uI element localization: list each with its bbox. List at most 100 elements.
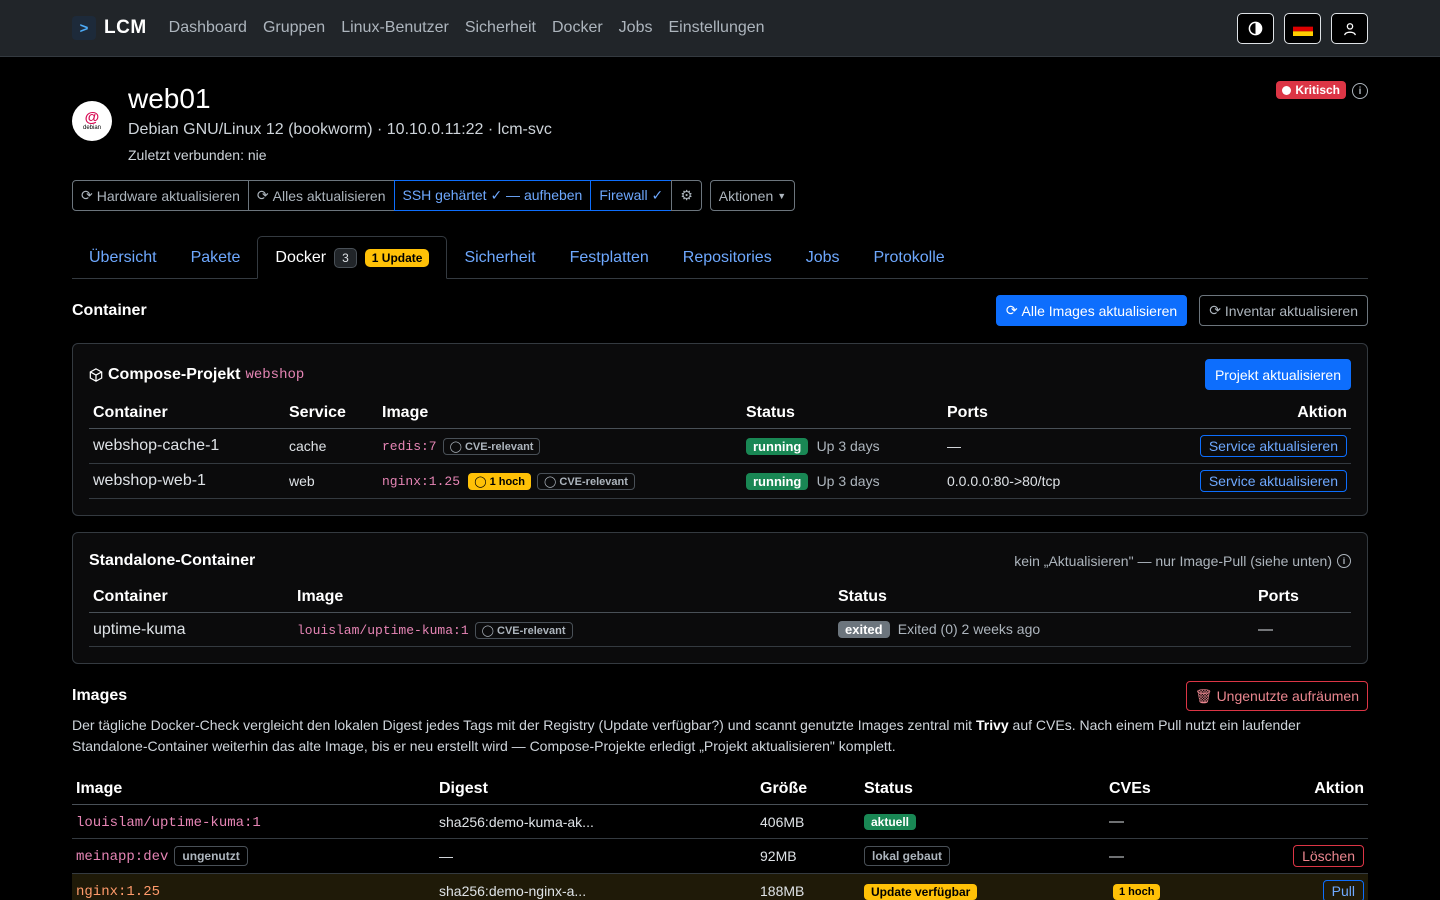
cve-tag: ◯ CVE-relevant: [474, 621, 573, 639]
pull-image-button[interactable]: Pull: [1322, 880, 1364, 900]
col-image: Image: [378, 396, 742, 429]
unused-tag: ungenutzt: [174, 846, 248, 866]
tab-jobs[interactable]: Jobs: [789, 236, 857, 279]
shield-icon: ◯: [481, 624, 494, 637]
images-section-header: Images 🗑 Ungenutzte aufräumen: [72, 681, 1368, 711]
update-project-button[interactable]: Projekt aktualisieren: [1204, 359, 1351, 390]
tab-logs[interactable]: Protokolle: [857, 236, 962, 279]
user-menu-button[interactable]: [1331, 13, 1368, 44]
firewall-button[interactable]: Firewall ✓: [590, 180, 673, 211]
size-value: 188MB: [756, 873, 860, 900]
brand-text: LCM: [104, 17, 147, 38]
nav-security[interactable]: Sicherheit: [465, 19, 536, 37]
standalone-title: Standalone-Container: [89, 551, 256, 569]
digest-value: sha256:demo-nginx-a...: [435, 873, 756, 900]
col-ports: Ports: [943, 396, 1122, 429]
refresh-icon: ⟳: [1005, 302, 1018, 318]
container-name: webshop-cache-1: [89, 428, 285, 464]
ssh-hardened-button[interactable]: SSH gehärtet ✓ — aufheben: [393, 180, 592, 211]
standalone-hint: kein „Aktualisieren" — nur Image-Pull (s…: [1014, 553, 1351, 569]
cves-value: —: [1105, 804, 1218, 839]
update-all-button[interactable]: ⟳ Alles aktualisieren: [247, 180, 395, 211]
shield-icon: ◯: [544, 476, 557, 488]
german-flag-icon: [1292, 21, 1313, 36]
debian-logo-icon: @ debian: [72, 101, 112, 141]
info-icon[interactable]: i: [1352, 83, 1368, 99]
tab-packages[interactable]: Pakete: [174, 236, 258, 279]
status-badge: Kritisch: [1276, 81, 1346, 99]
col-status: Status: [860, 772, 1105, 805]
ports-value: —: [943, 428, 1122, 464]
compose-table: Container Service Image Status Ports Akt…: [89, 396, 1351, 499]
host-name: web01: [128, 83, 211, 114]
col-action: Aktion: [1217, 772, 1368, 805]
tab-docker[interactable]: Docker 3 1 Update: [257, 236, 448, 279]
status-text: Exited (0) 2 weeks ago: [897, 621, 1041, 637]
digest-value: —: [435, 838, 756, 874]
size-value: 92MB: [756, 838, 860, 874]
user-icon: [1343, 22, 1356, 35]
docker-update-badge: 1 Update: [364, 248, 430, 267]
col-status: Status: [834, 580, 1254, 613]
cve-tag: ◯ CVE-relevant: [537, 473, 635, 490]
col-status: Status: [742, 396, 943, 429]
tab-overview[interactable]: Übersicht: [72, 236, 174, 279]
trash-icon: 🗑: [1194, 687, 1213, 704]
running-badge: running: [746, 472, 809, 490]
exited-badge: exited: [838, 621, 890, 638]
status-text: Up 3 days: [816, 437, 880, 454]
terminal-icon: >: [72, 16, 96, 40]
col-digest: Digest: [435, 772, 756, 805]
top-navbar: > LCM Dashboard Gruppen Linux-Benutzer S…: [0, 0, 1440, 57]
tab-security[interactable]: Sicherheit: [447, 236, 552, 279]
caret-down-icon: ▼: [777, 190, 787, 201]
status-badge: Update verfügbar: [864, 883, 978, 900]
box-icon: [89, 367, 103, 382]
table-row: uptime-kuma louislam/uptime-kuma:1 ◯ CVE-…: [89, 612, 1351, 647]
nav-docker[interactable]: Docker: [552, 19, 603, 37]
cleanup-unused-button[interactable]: 🗑 Ungenutzte aufräumen: [1185, 681, 1368, 711]
cves-value: —: [1105, 838, 1218, 874]
update-service-button[interactable]: Service aktualisieren: [1199, 435, 1347, 457]
container-name: webshop-web-1: [89, 463, 285, 499]
settings-gear-button[interactable]: ⚙: [671, 180, 702, 211]
brand[interactable]: > LCM: [72, 16, 147, 40]
language-button[interactable]: [1284, 13, 1321, 44]
service-name: cache: [285, 428, 378, 464]
compose-project-title: Compose-Projekt webshop: [89, 366, 304, 384]
host-actions-group: ⟳ Hardware aktualisieren ⟳ Alles aktualisi…: [72, 180, 702, 211]
status-dot-icon: [1282, 85, 1292, 95]
delete-image-button[interactable]: Löschen: [1293, 845, 1364, 867]
refresh-icon: ⟳: [256, 187, 269, 203]
container-name: uptime-kuma: [89, 612, 293, 647]
tab-disks[interactable]: Festplatten: [553, 236, 666, 279]
col-service: Service: [285, 396, 378, 429]
image-name: nginx:1.25: [76, 884, 161, 900]
severity-tag: ◯ 1 hoch: [468, 473, 532, 490]
tab-repositories[interactable]: Repositories: [666, 236, 789, 279]
shield-icon: ◯: [474, 476, 487, 488]
refresh-hardware-button[interactable]: ⟳ Hardware aktualisieren: [72, 180, 249, 211]
docker-count-badge: 3: [334, 247, 357, 268]
refresh-icon: ⟳: [1209, 302, 1221, 318]
host-tabs: Übersicht Pakete Docker 3 1 Update Siche…: [72, 236, 1368, 279]
image-name: louislam/uptime-kuma:1: [297, 622, 469, 638]
running-badge: running: [746, 437, 809, 455]
nav-linux-users[interactable]: Linux-Benutzer: [341, 19, 449, 37]
refresh-icon: ⟳: [81, 187, 93, 203]
nav-jobs[interactable]: Jobs: [619, 19, 653, 37]
refresh-inventory-button[interactable]: ⟳ Inventar aktualisieren: [1199, 295, 1368, 326]
nav-groups[interactable]: Gruppen: [263, 19, 325, 37]
col-image: Image: [72, 772, 435, 805]
actions-dropdown[interactable]: Aktionen ▼: [709, 180, 796, 211]
theme-toggle-button[interactable]: [1237, 13, 1274, 44]
nav-settings[interactable]: Einstellungen: [668, 19, 764, 37]
info-icon[interactable]: i: [1337, 553, 1351, 568]
nav-dashboard[interactable]: Dashboard: [169, 19, 247, 37]
col-container: Container: [89, 580, 293, 613]
update-service-button[interactable]: Service aktualisieren: [1199, 470, 1347, 492]
images-title: Images: [72, 687, 128, 704]
table-row: nginx:1.25 sha256:demo-nginx-a... 188MB …: [72, 873, 1368, 900]
table-row: webshop-web-1 web nginx:1.25 ◯ 1 hoch ◯ C…: [89, 463, 1351, 499]
update-all-images-button[interactable]: ⟳ Alle Images aktualisieren: [995, 295, 1188, 326]
